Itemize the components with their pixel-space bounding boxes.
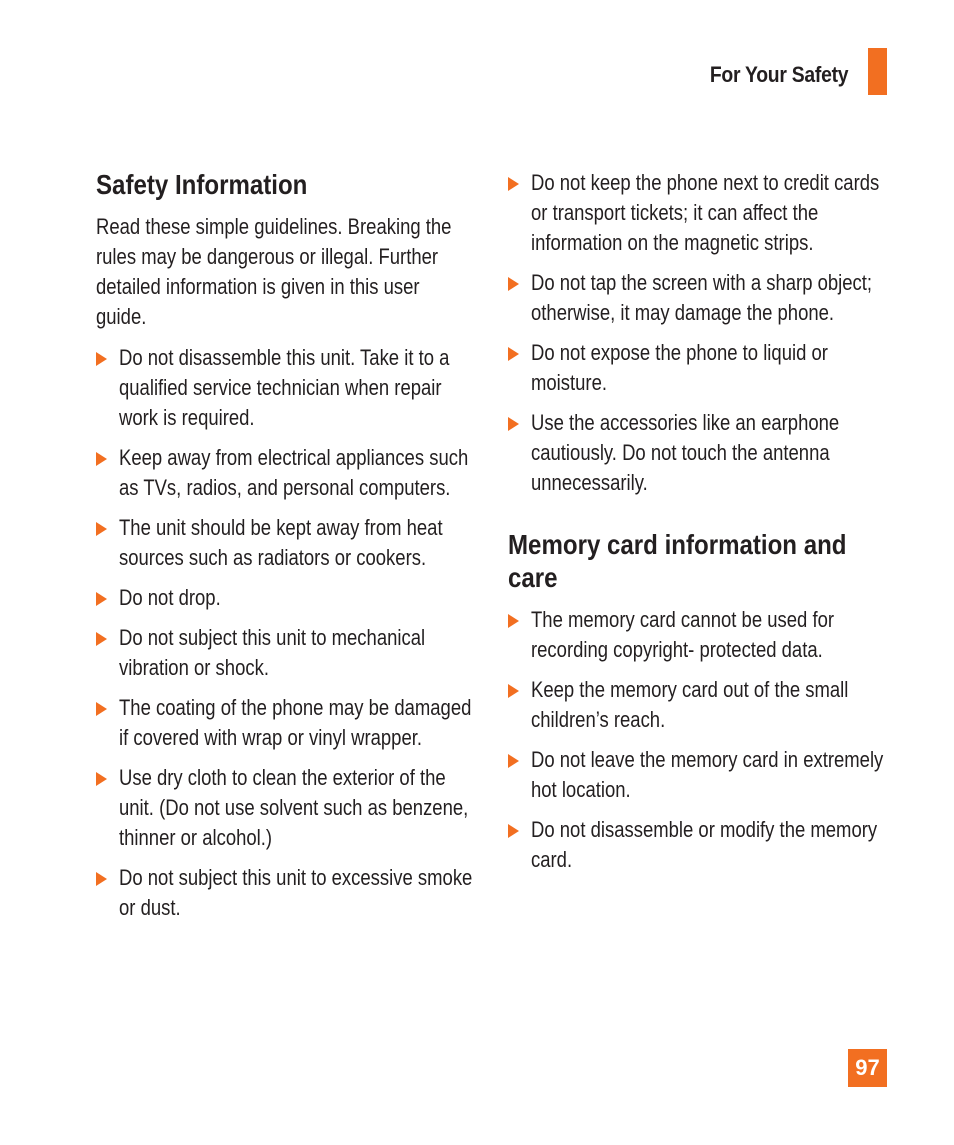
- list-item: Do not keep the phone next to credit car…: [508, 168, 954, 258]
- list-item: Do not tap the screen with a sharp objec…: [508, 268, 954, 328]
- bullet-triangle-icon: [96, 522, 107, 536]
- list-item: Do not disassemble this unit. Take it to…: [96, 343, 549, 433]
- list-item: Do not drop.: [96, 583, 549, 613]
- list-item: Keep the memory card out of the small ch…: [508, 675, 954, 735]
- list-item: Do not subject this unit to mechanical v…: [96, 623, 549, 683]
- bullet-triangle-icon: [96, 872, 107, 886]
- bullet-triangle-icon: [508, 347, 519, 361]
- list-item: The unit should be kept away from heat s…: [96, 513, 549, 573]
- list-item: The memory card cannot be used for recor…: [508, 605, 954, 665]
- memory-card-title-line1: Memory card information and: [508, 529, 847, 560]
- list-item: Do not expose the phone to liquid or moi…: [508, 338, 954, 398]
- list-item: Do not leave the memory card in extremel…: [508, 745, 954, 805]
- safety-information-title: Safety Information: [96, 169, 308, 200]
- bullet-triangle-icon: [96, 632, 107, 646]
- memory-card-title-line2: care: [508, 562, 558, 593]
- section-header-label: For Your Safety: [709, 62, 849, 87]
- section-tab-marker: [868, 48, 887, 95]
- bullet-triangle-icon: [508, 614, 519, 628]
- bullet-triangle-icon: [96, 352, 107, 366]
- list-item: Do not disassemble or modify the memory …: [508, 815, 954, 875]
- bullet-triangle-icon: [508, 754, 519, 768]
- list-item: Keep away from electrical appliances suc…: [96, 443, 549, 503]
- bullet-triangle-icon: [96, 452, 107, 466]
- bullet-triangle-icon: [96, 702, 107, 716]
- bullet-triangle-icon: [508, 684, 519, 698]
- bullet-triangle-icon: [508, 177, 519, 191]
- bullet-triangle-icon: [96, 592, 107, 606]
- list-item: Do not subject this unit to excessive sm…: [96, 863, 549, 923]
- page-number: 97: [848, 1049, 887, 1087]
- bullet-triangle-icon: [96, 772, 107, 786]
- list-item: Use the accessories like an earphone cau…: [508, 408, 954, 498]
- list-item: The coating of the phone may be damaged …: [96, 693, 549, 753]
- list-item: Use dry cloth to clean the exterior of t…: [96, 763, 549, 853]
- bullet-triangle-icon: [508, 824, 519, 838]
- bullet-triangle-icon: [508, 417, 519, 431]
- bullet-triangle-icon: [508, 277, 519, 291]
- safety-intro-paragraph: Read these simple guidelines. Breaking t…: [96, 214, 452, 329]
